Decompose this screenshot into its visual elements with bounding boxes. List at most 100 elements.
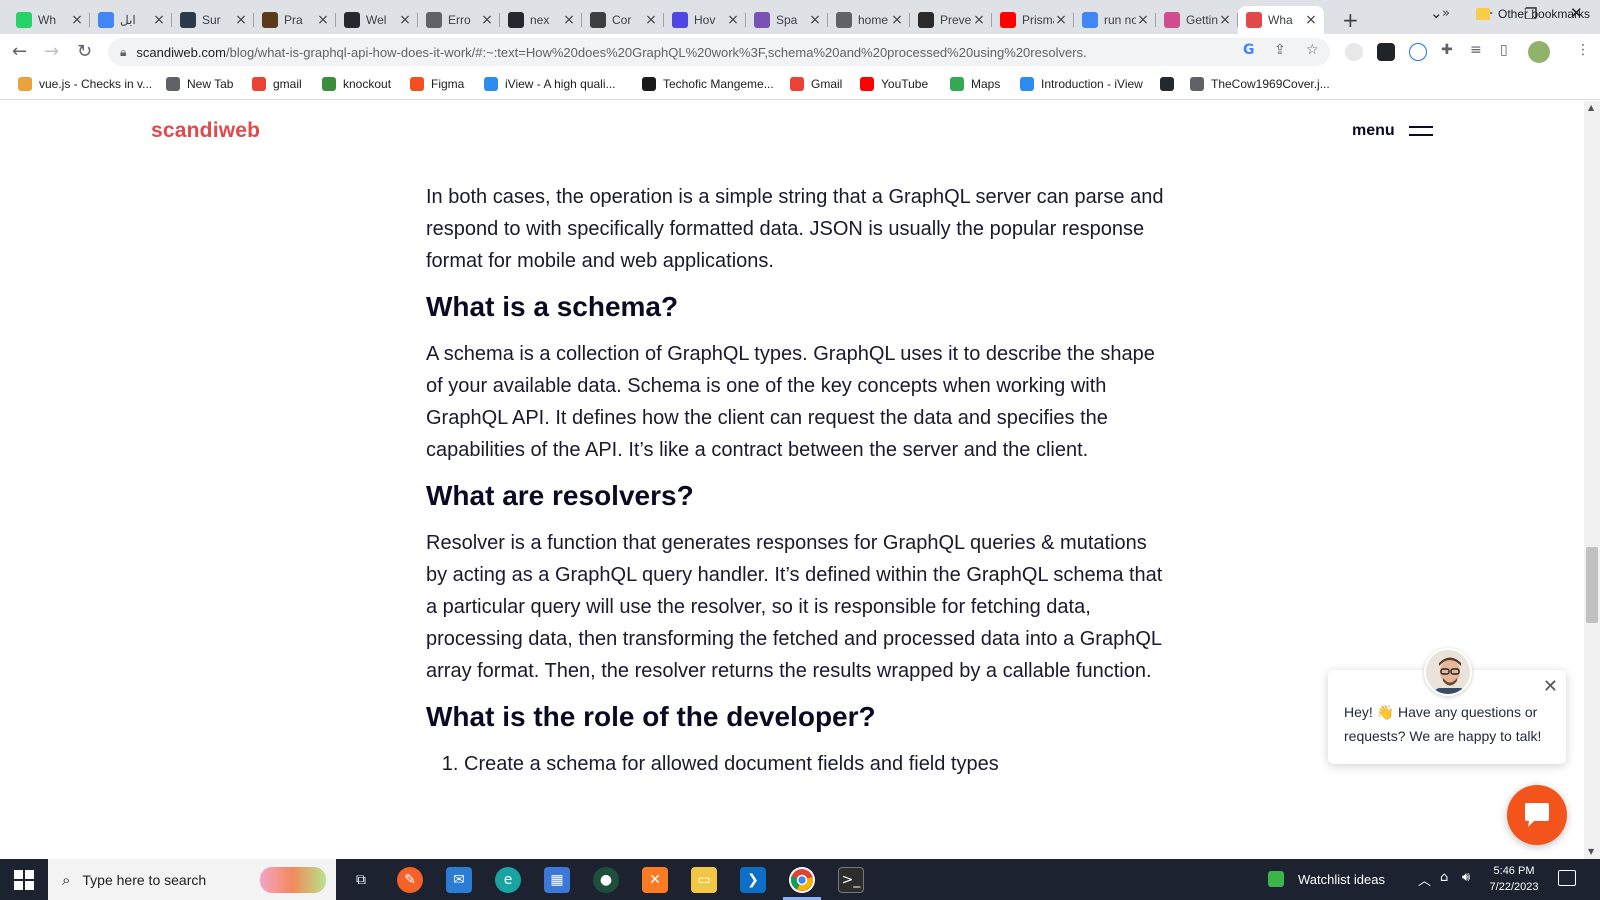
bookmark-item[interactable]: Maps [950,77,1000,91]
browser-tab[interactable]: Wh × [8,6,90,34]
react-devtools-extension-icon[interactable] [1377,43,1395,61]
grammar-extension-icon[interactable] [1409,43,1427,61]
bookmark-item[interactable]: iView - A high quali... [484,77,616,91]
browser-tab[interactable]: nex × [500,6,582,34]
profile-avatar[interactable] [1528,41,1550,63]
tab-close-icon[interactable]: × [808,12,822,28]
extensions-puzzle-icon[interactable]: ✚ [1441,42,1453,58]
forward-arrow-icon[interactable]: → [44,41,59,62]
more-options-icon[interactable]: ⋮ [1576,42,1590,58]
tab-close-icon[interactable]: × [70,12,84,28]
windows-start-icon[interactable] [14,870,34,890]
browser-tab[interactable]: Hov × [664,6,746,34]
back-arrow-icon[interactable]: ← [12,41,27,62]
reload-icon[interactable]: ↻ [77,41,92,62]
volume-icon[interactable]: 🔊︎ [1462,870,1470,885]
tab-close-icon[interactable]: × [1054,12,1068,28]
page-scrollbar[interactable]: ▲ ▼ [1584,101,1600,859]
bookmark-item[interactable]: gmail [252,77,302,91]
bookmark-item[interactable]: Gmail [790,77,842,91]
browser-tab[interactable]: run noc× [1074,6,1156,34]
network-icon[interactable]: ⌂ [1440,870,1448,885]
xampp-icon[interactable]: ✕ [642,867,668,893]
google-translate-icon[interactable]: G [1243,42,1255,58]
bookmark-item[interactable]: New Tab [166,77,233,91]
taskbar-search-box[interactable]: ⌕ Type here to search [48,859,336,900]
bookmark-item[interactable]: Techofic Mangeme... [642,77,774,91]
vuejs-devtools-extension-icon[interactable] [1345,43,1363,61]
browser-tab[interactable]: ابل × [90,6,172,34]
github-icon [1160,77,1174,91]
browser-tab[interactable]: home p× [828,6,910,34]
bookmark-item[interactable]: Figma [410,77,464,91]
taskbar-clock[interactable]: 5:46 PM 7/22/2023 [1484,863,1544,895]
bookmark-star-icon[interactable]: ☆ [1306,42,1319,58]
address-bar[interactable]: 🔒︎ scandiweb.com /blog/what-is-graphql-a… [108,38,1330,66]
browser-tab[interactable]: Getting× [1156,6,1238,34]
tab-close-icon[interactable]: × [1304,12,1318,28]
bookmark-label: gmail [273,77,302,91]
browser-tab[interactable]: Pra × [254,6,336,34]
maps-icon [950,77,964,91]
youtube-icon [1000,12,1016,28]
browser-tab[interactable]: Wha × [1238,6,1324,34]
tab-label: Prevent [940,13,972,27]
task-view-icon[interactable]: ⧉ [348,867,374,893]
bookmark-item[interactable]: Introduction - iView [1020,77,1143,91]
tray-overflow-chevron-icon[interactable]: ︿ [1418,870,1431,889]
tab-close-icon[interactable]: × [1218,12,1232,28]
site-menu-button[interactable]: menu [1352,122,1433,140]
mongodb-compass-icon[interactable]: ● [593,867,619,893]
browser-tab[interactable]: Wel × [336,6,418,34]
scroll-up-arrow-icon[interactable]: ▲ [1588,103,1594,112]
bookmarks-overflow-chevron-icon[interactable]: » [1442,6,1450,21]
tab-close-icon[interactable]: × [562,12,576,28]
tab-close-icon[interactable]: × [480,12,494,28]
media-control-icon[interactable]: ≡ [1470,42,1482,58]
bookmark-item[interactable]: vue.js - Checks in v... [18,77,152,91]
watchlist-widget[interactable]: Watchlist ideas [1268,871,1385,887]
browser-tab[interactable]: Sur × [172,6,254,34]
browser-tab[interactable]: Cor × [582,6,664,34]
terminal-icon[interactable]: >_ [838,867,864,893]
tab-label: nex [530,13,550,27]
chrome-icon[interactable] [789,867,815,893]
browser-tab[interactable]: Spa × [746,6,828,34]
bookmark-item[interactable]: TheCow1969Cover.j... [1190,77,1330,91]
bookmark-label: iView - A high quali... [505,77,616,91]
stock-chart-icon [1268,871,1284,887]
side-panel-icon[interactable]: ▯ [1500,42,1508,58]
tab-close-icon[interactable]: × [234,12,248,28]
tab-close-icon[interactable]: × [890,12,904,28]
edge-browser-icon[interactable]: e [495,867,521,893]
bookmark-item[interactable]: knockout [322,77,391,91]
bookmark-item[interactable]: YouTube [860,77,928,91]
browser-tab[interactable]: Prisma× [992,6,1074,34]
folder-icon [1476,8,1490,20]
other-bookmarks-folder[interactable]: Other bookmarks [1476,7,1590,21]
browser-tab[interactable]: Prevent× [910,6,992,34]
chat-launcher-button[interactable] [1507,785,1567,845]
tab-close-icon[interactable]: × [152,12,166,28]
postman-icon[interactable]: ✎ [397,867,423,893]
scrollbar-thumb[interactable] [1586,547,1598,623]
tab-search-icon[interactable]: ⌄ [1430,4,1443,22]
tab-close-icon[interactable]: × [1136,12,1150,28]
tab-close-icon[interactable]: × [644,12,658,28]
bookmark-item[interactable] [1160,77,1181,91]
scroll-down-arrow-icon[interactable]: ▼ [1588,847,1594,856]
microsoft-store-icon[interactable]: ▦ [544,867,570,893]
tab-close-icon[interactable]: × [398,12,412,28]
tab-close-icon[interactable]: × [972,12,986,28]
new-tab-button[interactable]: + [1342,8,1359,32]
tab-close-icon[interactable]: × [316,12,330,28]
tab-close-icon[interactable]: × [726,12,740,28]
browser-tab[interactable]: Erro × [418,6,500,34]
file-explorer-icon[interactable]: ▭ [691,867,717,893]
chat-close-icon[interactable]: ✕ [1543,676,1558,697]
share-icon[interactable]: ⇪ [1274,42,1286,58]
notification-center-icon[interactable] [1558,870,1576,886]
vscode-icon[interactable]: ❯ [740,867,766,893]
mail-icon[interactable]: ✉ [446,867,472,893]
site-logo[interactable]: scandiweb [151,119,260,143]
